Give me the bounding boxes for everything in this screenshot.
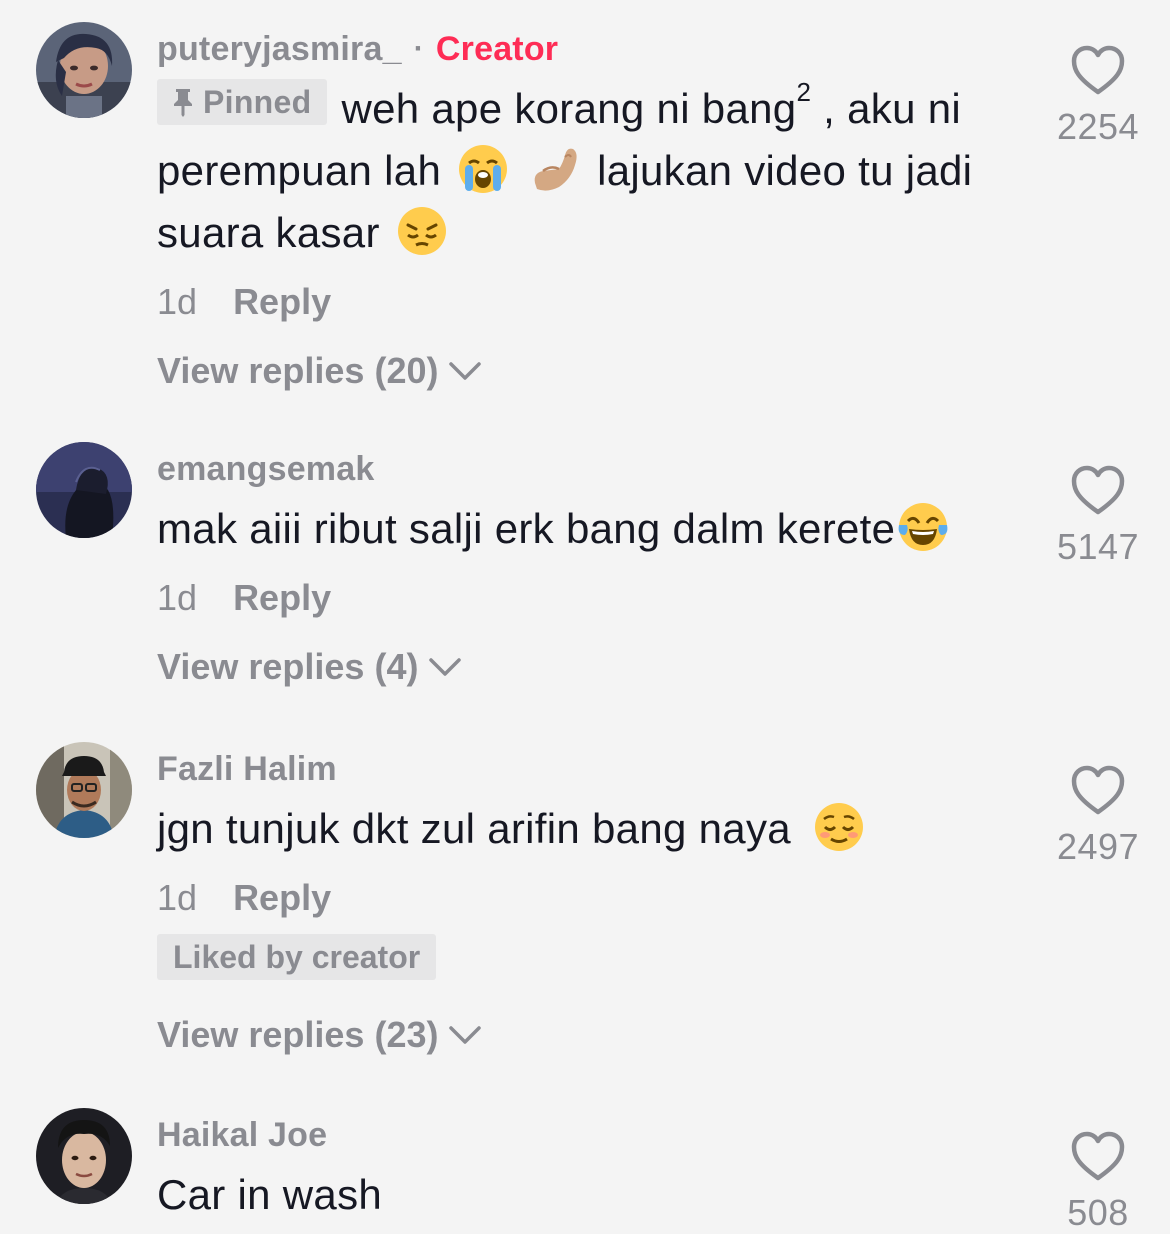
comment-meta: 1d Reply: [157, 274, 1017, 330]
separator-dot: ·: [413, 32, 424, 65]
like-count: 2497: [1056, 826, 1140, 867]
pinned-label: Pinned: [203, 84, 312, 120]
heart-outline-icon[interactable]: [1070, 464, 1126, 516]
view-replies-row: View replies (20): [157, 346, 1017, 396]
username[interactable]: Fazli Halim: [157, 750, 337, 789]
comment-body: Fazli Halim jgn tunjuk dkt zul arifin ba…: [157, 746, 1017, 1060]
like-count: 2254: [1056, 106, 1140, 147]
comment-body: Haikal Joe Car in wash: [157, 1112, 1017, 1226]
superscript: 2: [796, 77, 812, 107]
chevron-down-icon: [449, 362, 482, 380]
timestamp: 1d: [157, 577, 198, 618]
pinned-badge: Pinned: [157, 79, 328, 125]
like-area: 5147: [1040, 464, 1156, 568]
like-area: 2254: [1040, 44, 1156, 148]
creator-badge: Creator: [435, 29, 559, 68]
username[interactable]: puteryjasmira_: [157, 30, 402, 69]
avatar[interactable]: [36, 1108, 132, 1204]
username[interactable]: Haikal Joe: [157, 1116, 327, 1155]
comment-meta: 1d Reply: [157, 570, 1017, 626]
view-replies-label: View replies (23): [157, 1014, 439, 1055]
username[interactable]: emangsemak: [157, 450, 374, 489]
view-replies-button[interactable]: View replies (4): [157, 642, 462, 692]
heart-outline-icon[interactable]: [1070, 1130, 1126, 1182]
like-count: 508: [1067, 1192, 1129, 1233]
chevron-down-icon: [449, 1026, 482, 1044]
view-replies-button[interactable]: View replies (23): [157, 1010, 482, 1060]
view-replies-label: View replies (4): [157, 646, 419, 687]
username-row: emangsemak: [157, 446, 1017, 492]
pensive-face-emoji-icon: [397, 207, 446, 255]
comment-body: puteryjasmira_ · Creator Pinned weh ape …: [157, 26, 1017, 396]
username-row: puteryjasmira_ · Creator: [157, 26, 1017, 72]
view-replies-button[interactable]: View replies (20): [157, 346, 482, 396]
view-replies-label: View replies (20): [157, 350, 439, 391]
comment-body: emangsemak mak aiii ribut salji erk bang…: [157, 446, 1017, 692]
loudly-crying-face-emoji-icon: [459, 145, 508, 193]
view-replies-row: View replies (23): [157, 1010, 1017, 1060]
comment-text: Pinned weh ape korang ni bang2 , aku ni …: [157, 78, 1017, 264]
timestamp: 1d: [157, 877, 198, 918]
comment-text: jgn tunjuk dkt zul arifin bang naya: [157, 798, 1017, 860]
relieved-face-emoji-icon: [814, 803, 863, 851]
chevron-down-icon: [429, 658, 462, 676]
comment-text: Car in wash: [157, 1164, 1017, 1226]
view-replies-row: View replies (4): [157, 642, 1017, 692]
heart-outline-icon[interactable]: [1070, 44, 1126, 96]
comment-text-part: mak aiii ribut salji erk bang dalm keret…: [157, 505, 896, 552]
reply-button[interactable]: Reply: [233, 877, 331, 918]
comment-meta: 1d Reply: [157, 870, 1017, 926]
avatar[interactable]: [36, 442, 132, 538]
like-area: 508: [1040, 1130, 1156, 1234]
comment-text-part: jgn tunjuk dkt zul arifin bang naya: [157, 805, 791, 852]
pinching-hand-emoji-icon: [534, 148, 577, 191]
comment-text-part: weh ape korang ni bang: [341, 85, 797, 132]
username-row: Haikal Joe: [157, 1112, 1017, 1158]
like-count: 5147: [1056, 526, 1140, 567]
avatar[interactable]: [36, 742, 132, 838]
comment-text: mak aiii ribut salji erk bang dalm keret…: [157, 498, 1017, 560]
reply-button[interactable]: Reply: [233, 281, 331, 322]
heart-outline-icon[interactable]: [1070, 764, 1126, 816]
pin-icon: [174, 89, 192, 117]
liked-by-creator-badge: Liked by creator: [157, 934, 437, 980]
like-area: 2497: [1040, 764, 1156, 868]
username-row: Fazli Halim: [157, 746, 1017, 792]
comment-text-part: Car in wash: [157, 1171, 383, 1218]
timestamp: 1d: [157, 281, 198, 322]
avatar[interactable]: [36, 22, 132, 118]
liked-by-creator-row: Liked by creator: [157, 926, 1017, 980]
reply-button[interactable]: Reply: [233, 577, 331, 618]
face-with-tears-of-joy-emoji-icon: [898, 503, 948, 551]
